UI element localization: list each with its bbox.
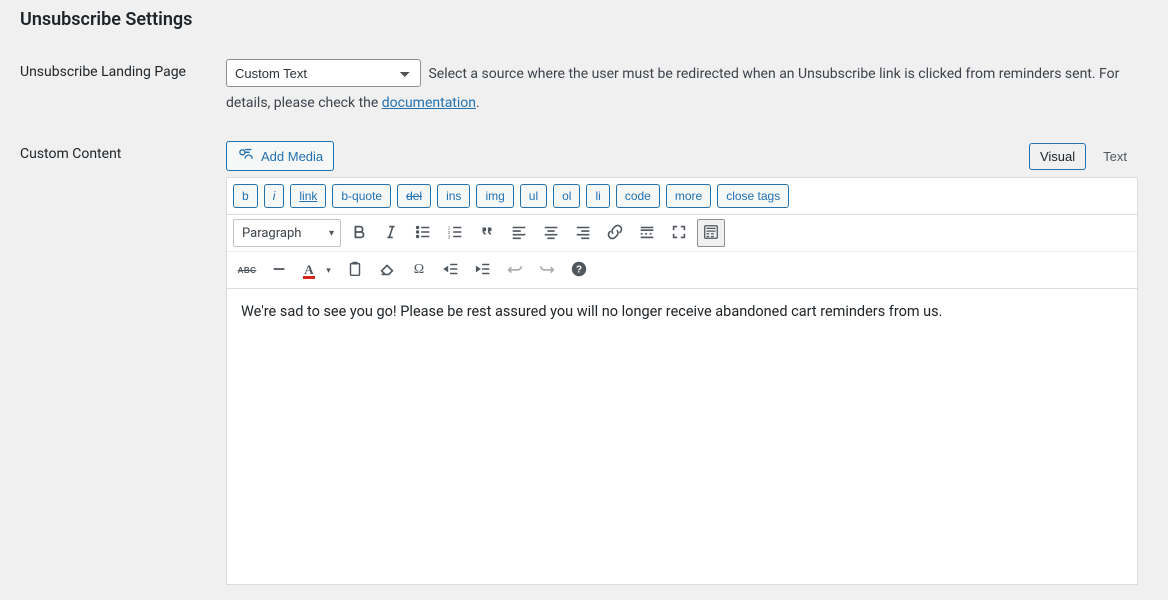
insert-link-button[interactable] bbox=[601, 219, 629, 247]
text-color-dropdown[interactable]: ▾ bbox=[321, 256, 337, 284]
tab-visual[interactable]: Visual bbox=[1029, 143, 1086, 170]
undo-button[interactable] bbox=[501, 256, 529, 284]
qt-italic[interactable]: i bbox=[264, 184, 285, 208]
fullscreen-icon bbox=[670, 223, 688, 244]
qt-del[interactable]: del bbox=[397, 184, 431, 208]
redo-icon bbox=[538, 260, 556, 281]
strikethrough-button[interactable]: ABC bbox=[233, 256, 261, 284]
qt-bold[interactable]: b bbox=[233, 184, 258, 208]
omega-icon: Ω bbox=[414, 262, 424, 278]
fullscreen-button[interactable] bbox=[665, 219, 693, 247]
bold-button[interactable] bbox=[345, 219, 373, 247]
toolbar-toggle-button[interactable] bbox=[697, 219, 725, 247]
help-icon: ? bbox=[570, 260, 588, 281]
format-select[interactable]: Paragraph bbox=[233, 219, 341, 247]
chevron-down-icon: ▾ bbox=[326, 265, 331, 276]
landing-page-label: Unsubscribe Landing Page bbox=[20, 44, 216, 126]
qt-ol[interactable]: ol bbox=[553, 184, 580, 208]
qt-link[interactable]: link bbox=[290, 184, 326, 208]
align-center-icon bbox=[542, 223, 560, 244]
custom-content-label: Custom Content bbox=[20, 126, 216, 600]
outdent-icon bbox=[442, 260, 460, 281]
hr-button[interactable] bbox=[265, 256, 293, 284]
qt-close-tags[interactable]: close tags bbox=[717, 184, 789, 208]
clipboard-icon bbox=[346, 260, 364, 281]
list-ul-icon bbox=[414, 223, 432, 244]
strikethrough-icon: ABC bbox=[238, 266, 257, 275]
quicktags-toolbar: b i link b-quote del ins img ul ol li co… bbox=[226, 177, 1138, 214]
align-right-icon bbox=[574, 223, 592, 244]
landing-page-select[interactable]: Custom Text bbox=[226, 59, 421, 87]
kitchen-sink-icon bbox=[702, 223, 720, 244]
bulleted-list-button[interactable] bbox=[409, 219, 437, 247]
numbered-list-button[interactable]: 123 bbox=[441, 219, 469, 247]
align-left-icon bbox=[510, 223, 528, 244]
landing-desc-inline: Select a source where the user must be r… bbox=[428, 66, 1119, 82]
qt-li[interactable]: li bbox=[586, 184, 609, 208]
italic-icon bbox=[382, 223, 400, 244]
clear-formatting-button[interactable] bbox=[373, 256, 401, 284]
undo-icon bbox=[506, 260, 524, 281]
align-center-button[interactable] bbox=[537, 219, 565, 247]
qt-ins[interactable]: ins bbox=[437, 184, 470, 208]
section-title: Unsubscribe Settings bbox=[20, 0, 1148, 44]
hr-icon bbox=[270, 260, 288, 281]
align-left-button[interactable] bbox=[505, 219, 533, 247]
italic-button[interactable] bbox=[377, 219, 405, 247]
bold-icon bbox=[350, 223, 368, 244]
help-button[interactable]: ? bbox=[565, 256, 593, 284]
add-media-label: Add Media bbox=[261, 149, 323, 164]
tab-text[interactable]: Text bbox=[1092, 143, 1138, 170]
landing-desc-pre: details, please check the bbox=[226, 95, 382, 111]
list-ol-icon: 123 bbox=[446, 223, 464, 244]
media-icon bbox=[237, 146, 255, 167]
outdent-button[interactable] bbox=[437, 256, 465, 284]
blockquote-button[interactable] bbox=[473, 219, 501, 247]
special-char-button[interactable]: Ω bbox=[405, 256, 433, 284]
paste-text-button[interactable] bbox=[341, 256, 369, 284]
landing-desc-post: . bbox=[476, 95, 480, 111]
qt-img[interactable]: img bbox=[476, 184, 513, 208]
mce-toolbar: Paragraph 123 bbox=[226, 214, 1138, 289]
svg-text:?: ? bbox=[576, 264, 582, 275]
editor-content[interactable]: We're sad to see you go! Please be rest … bbox=[226, 289, 1138, 585]
text-color-button[interactable]: A bbox=[297, 256, 321, 284]
text-color-swatch bbox=[303, 276, 315, 279]
add-media-button[interactable]: Add Media bbox=[226, 141, 334, 171]
quote-icon bbox=[478, 223, 496, 244]
indent-button[interactable] bbox=[469, 256, 497, 284]
qt-code[interactable]: code bbox=[616, 184, 660, 208]
align-right-button[interactable] bbox=[569, 219, 597, 247]
qt-more[interactable]: more bbox=[666, 184, 711, 208]
documentation-link[interactable]: documentation bbox=[382, 95, 476, 111]
redo-button[interactable] bbox=[533, 256, 561, 284]
editor-wrap: Add Media Visual Text b i link b-quote d… bbox=[226, 141, 1138, 585]
insert-more-button[interactable] bbox=[633, 219, 661, 247]
qt-bquote[interactable]: b-quote bbox=[332, 184, 391, 208]
link-icon bbox=[606, 223, 624, 244]
eraser-icon bbox=[378, 260, 396, 281]
editor-tabs: Visual Text bbox=[1029, 143, 1138, 170]
qt-ul[interactable]: ul bbox=[520, 184, 547, 208]
svg-text:3: 3 bbox=[448, 234, 451, 239]
readmore-icon bbox=[638, 223, 656, 244]
indent-icon bbox=[474, 260, 492, 281]
